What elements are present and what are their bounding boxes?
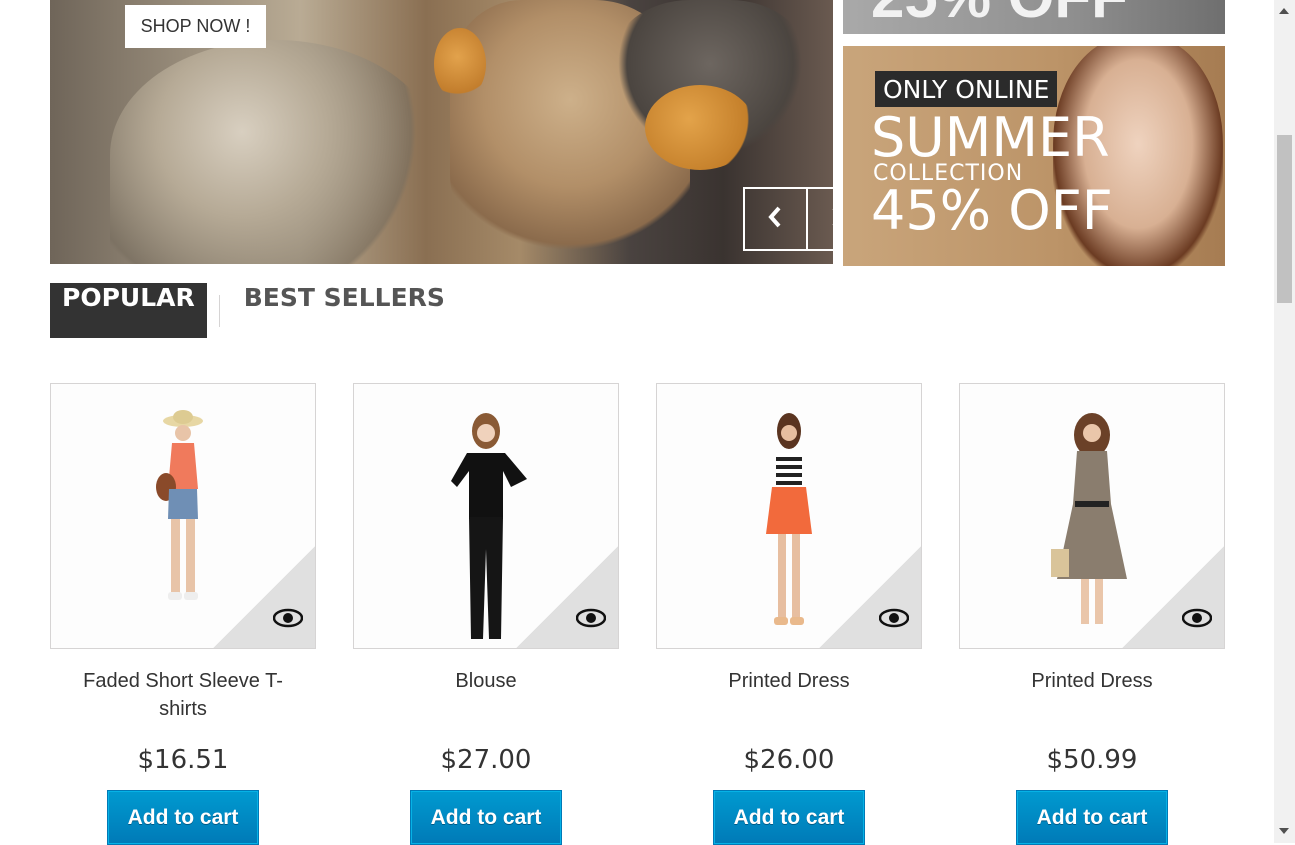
hero-image-mitten — [645, 85, 755, 170]
shop-now-button[interactable]: SHOP NOW ! — [125, 5, 266, 48]
add-to-cart-button[interactable]: Add to cart — [107, 790, 259, 845]
scroll-up-arrow-icon[interactable] — [1279, 8, 1289, 14]
product-image[interactable] — [353, 383, 619, 649]
quick-view-corner — [819, 546, 921, 648]
eye-icon[interactable] — [576, 608, 606, 628]
quick-view-corner — [1122, 546, 1224, 648]
tab-best-sellers[interactable]: BEST SELLERS — [232, 283, 457, 338]
product-card: Faded Short Sleeve T-shirts $16.51 Add t… — [50, 383, 316, 845]
page-scrollbar[interactable] — [1274, 0, 1295, 843]
eye-icon[interactable] — [879, 608, 909, 628]
slider-next-button[interactable] — [805, 189, 833, 249]
product-card: Blouse $27.00 Add to cart — [353, 383, 619, 845]
product-price: $50.99 — [1046, 745, 1138, 775]
tab-popular[interactable]: POPULAR — [50, 283, 207, 338]
product-card: Printed Dress $26.00 Add to cart — [656, 383, 922, 845]
scrollbar-thumb[interactable] — [1277, 135, 1292, 303]
slider-prev-button[interactable] — [745, 189, 806, 249]
hero-image-toy — [434, 28, 486, 100]
product-name[interactable]: Faded Short Sleeve T-shirts — [50, 667, 316, 723]
chevron-left-icon — [768, 206, 781, 227]
add-to-cart-button[interactable]: Add to cart — [713, 790, 865, 845]
product-price: $26.00 — [743, 745, 835, 775]
banner-top-text: 25% OFF — [871, 0, 1128, 31]
chevron-right-icon — [832, 208, 833, 225]
product-image[interactable] — [656, 383, 922, 649]
quick-view-corner — [516, 546, 618, 648]
banner-title: SUMMER — [871, 106, 1110, 169]
slider-nav — [743, 187, 833, 251]
product-card: Printed Dress $50.99 Add to cart — [959, 383, 1225, 845]
banner-summer-collection[interactable]: ONLY ONLINE SUMMER COLLECTION 45% OFF — [843, 46, 1225, 266]
banner-discount: 45% OFF — [871, 179, 1113, 242]
product-image[interactable] — [50, 383, 316, 649]
product-name[interactable]: Printed Dress — [656, 667, 922, 723]
product-price: $27.00 — [440, 745, 532, 775]
product-price: $16.51 — [137, 745, 229, 775]
eye-icon[interactable] — [273, 608, 303, 628]
banner-tag: ONLY ONLINE — [875, 71, 1058, 107]
scroll-down-arrow-icon[interactable] — [1279, 828, 1289, 834]
eye-icon[interactable] — [1182, 608, 1212, 628]
banner-discount-top[interactable]: 25% OFF — [843, 0, 1225, 34]
product-tabs: POPULAR BEST SELLERS — [50, 283, 457, 338]
hero-slider[interactable]: SHOP NOW ! — [50, 0, 833, 264]
product-name[interactable]: Printed Dress — [959, 667, 1225, 723]
quick-view-corner — [213, 546, 315, 648]
add-to-cart-button[interactable]: Add to cart — [1016, 790, 1168, 845]
hero-image-flowers — [110, 40, 440, 264]
product-image[interactable] — [959, 383, 1225, 649]
tab-divider — [218, 294, 220, 327]
add-to-cart-button[interactable]: Add to cart — [410, 790, 562, 845]
product-name[interactable]: Blouse — [353, 667, 619, 723]
